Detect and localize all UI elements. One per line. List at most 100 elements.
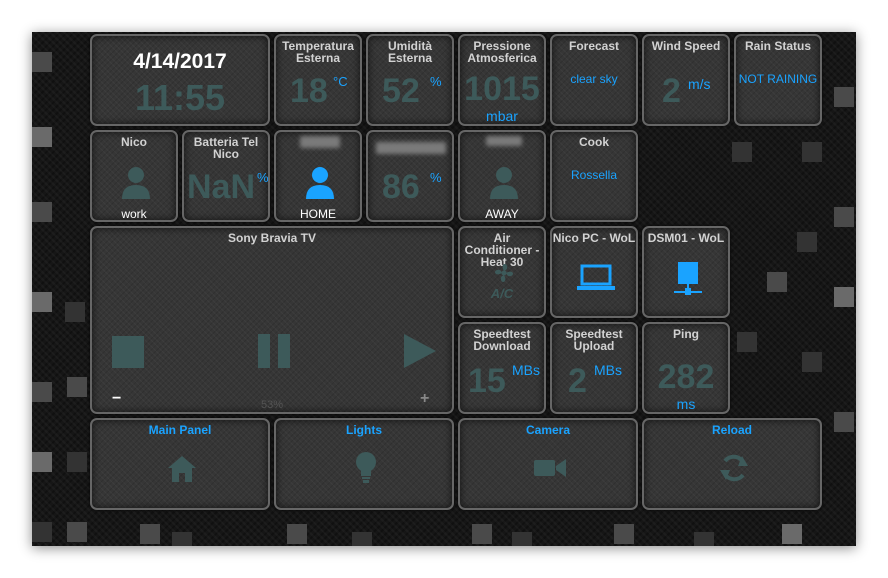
bg-square (32, 382, 52, 402)
bg-square (67, 522, 87, 542)
sensor-unit: % (430, 170, 442, 185)
bg-square (512, 532, 532, 546)
pressure-title: Pressione Atmosferica (467, 39, 537, 65)
volume-level: 53% (260, 399, 284, 411)
presence-away-tile[interactable]: AWAY (458, 130, 546, 222)
time-text: 11:55 (134, 77, 226, 118)
laptop-icon (577, 264, 615, 290)
battery-tile[interactable]: Batteria Tel Nico NaN % (182, 130, 270, 222)
forecast-value: clear sky (570, 72, 618, 86)
tv-title: Sony Bravia TV (227, 231, 317, 245)
wind-speed-unit: m/s (688, 76, 711, 92)
bg-square (287, 524, 307, 544)
speedtest-download-tile[interactable]: Speedtest Download 15 MBs (458, 322, 546, 414)
humidity-unit: % (430, 74, 442, 89)
battery-title: Batteria Tel Nico (193, 135, 259, 161)
nico-pc-wol-tile[interactable]: Nico PC - WoL (550, 226, 638, 318)
main-panel-button[interactable]: Main Panel (90, 418, 270, 510)
ping-unit: ms (676, 396, 696, 412)
pressure-unit: mbar (486, 108, 518, 124)
sensor-value: 86 (382, 168, 420, 206)
stop-button[interactable] (112, 336, 144, 368)
rain-status-title: Rain Status (744, 39, 811, 53)
download-unit: MBs (512, 362, 540, 378)
forecast-title: Forecast (568, 39, 620, 53)
bg-square (32, 52, 52, 72)
lights-label: Lights (346, 423, 382, 437)
server-icon (674, 262, 702, 295)
bg-square (172, 532, 192, 546)
camera-button[interactable]: Camera (458, 418, 638, 510)
sensor-tile[interactable]: 86 % (366, 130, 454, 222)
person-icon (490, 167, 518, 199)
presence-home-tile[interactable]: HOME (274, 130, 362, 222)
bg-square (32, 522, 52, 542)
humidity-title: Umidità Esterna (387, 39, 433, 65)
bg-square (694, 532, 714, 546)
upload-title: Speedtest Upload (565, 327, 623, 353)
temperature-tile[interactable]: Temperatura Esterna 18 °C (274, 34, 362, 126)
pressure-value: 1015 (464, 70, 540, 108)
bg-square (32, 202, 52, 222)
temperature-value: 18 (290, 72, 328, 110)
air-conditioner-tile[interactable]: Air Conditioner - Heat 30 A/C (458, 226, 546, 318)
presence-home-state: HOME (300, 207, 336, 221)
bg-square (67, 452, 87, 472)
bg-square (834, 207, 854, 227)
dsm01-title: DSM01 - WoL (647, 231, 725, 245)
blurred-title (300, 136, 340, 148)
presence-nico-tile[interactable]: Nico work (90, 130, 178, 222)
bg-square (834, 412, 854, 432)
bg-square (797, 232, 817, 252)
temperature-unit: °C (333, 74, 348, 89)
nico-title: Nico (120, 135, 147, 149)
pause-button[interactable] (258, 334, 292, 368)
bg-square (834, 287, 854, 307)
bg-square (737, 332, 757, 352)
battery-value: NaN (187, 168, 256, 206)
rain-status-value: NOT RAINING (738, 72, 818, 86)
temperature-title: Temperatura Esterna (282, 39, 354, 65)
rain-status-tile[interactable]: Rain Status NOT RAINING (734, 34, 822, 126)
forecast-tile[interactable]: Forecast clear sky (550, 34, 638, 126)
bg-square (65, 302, 85, 322)
ping-title: Ping (673, 327, 699, 341)
bg-square (767, 272, 787, 292)
pressure-tile[interactable]: Pressione Atmosferica 1015 mbar (458, 34, 546, 126)
blurred-title (376, 142, 446, 154)
reload-button[interactable]: Reload (642, 418, 822, 510)
humidity-tile[interactable]: Umidità Esterna 52 % (366, 34, 454, 126)
reload-icon (720, 454, 748, 482)
ping-value: 282 (657, 358, 715, 396)
bulb-icon (356, 452, 376, 483)
volume-up-button[interactable]: + (420, 391, 429, 407)
bg-square (352, 532, 372, 546)
lights-button[interactable]: Lights (274, 418, 454, 510)
battery-unit: % (257, 170, 269, 185)
video-camera-icon (534, 459, 566, 477)
dsm01-wol-tile[interactable]: DSM01 - WoL (642, 226, 730, 318)
bg-square (32, 127, 52, 147)
nico-pc-title: Nico PC - WoL (552, 231, 636, 245)
download-value: 15 (468, 362, 506, 400)
home-icon (168, 456, 196, 482)
nico-state: work (121, 207, 147, 221)
camera-label: Camera (525, 423, 571, 437)
bg-square (834, 87, 854, 107)
speedtest-upload-tile[interactable]: Speedtest Upload 2 MBs (550, 322, 638, 414)
bg-square (67, 377, 87, 397)
date-text: 4/14/2017 (133, 50, 227, 73)
clock-tile: 4/14/2017 11:55 (90, 34, 270, 126)
bg-square (802, 352, 822, 372)
wind-speed-tile[interactable]: Wind Speed 2 m/s (642, 34, 730, 126)
bg-square (32, 452, 52, 472)
upload-unit: MBs (594, 362, 622, 378)
upload-value: 2 (568, 362, 587, 400)
play-button[interactable] (404, 334, 436, 368)
cook-value: Rossella (570, 168, 618, 182)
bg-square (32, 292, 52, 312)
ping-tile[interactable]: Ping 282 ms (642, 322, 730, 414)
cook-tile[interactable]: Cook Rossella (550, 130, 638, 222)
bg-square (802, 142, 822, 162)
wind-speed-value: 2 (662, 72, 681, 110)
